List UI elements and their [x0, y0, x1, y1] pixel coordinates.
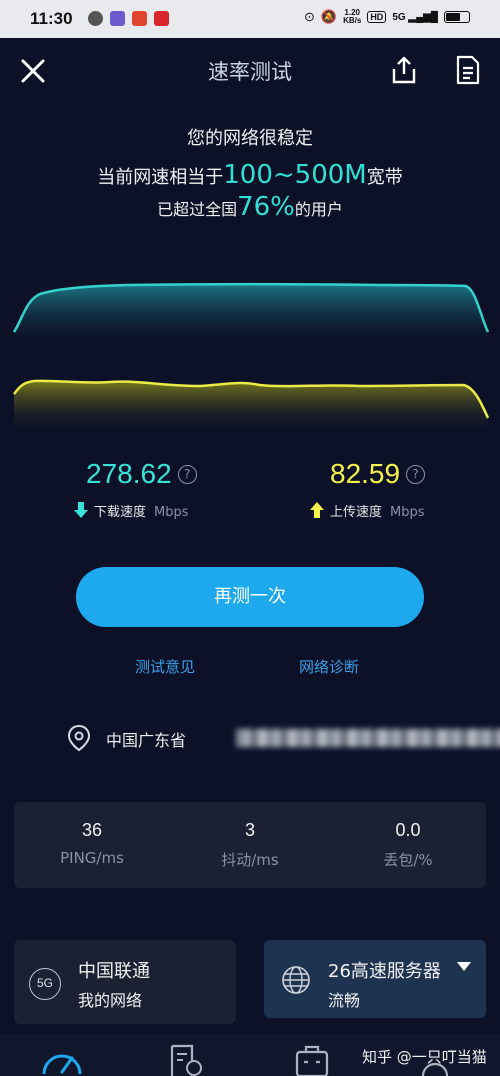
weibo-icon: [132, 11, 147, 26]
location-pin-icon: [67, 724, 91, 752]
watermark-text: 知乎 @一只叮当猫: [362, 1048, 487, 1066]
diagnose-link[interactable]: 网络诊断: [299, 656, 359, 677]
tab-history-icon[interactable]: [168, 1042, 204, 1076]
download-arrow-icon: [74, 502, 88, 518]
bottom-tab-bar: 知乎 @一只叮当猫: [0, 1034, 500, 1076]
status-bar: 11:30 ⊙ 🔕 1.20 KB/s HD 5G ▂▄▆█: [0, 0, 500, 38]
server-card[interactable]: 26高速服务器 流畅: [264, 940, 486, 1018]
hd-badge: HD: [367, 11, 387, 23]
mute-icon: 🔕: [320, 9, 338, 24]
stats-panel: 36 PING/ms 3 抖动/ms 0.0 丢包/%: [14, 802, 486, 888]
signal-icon: 5G ▂▄▆█: [392, 11, 438, 23]
report-icon[interactable]: [455, 55, 481, 85]
ranking-text: 已超过全国76%的用户: [157, 192, 343, 222]
ping-stat: 36 PING/ms: [60, 820, 124, 867]
upload-label: 上传速度 Mbps: [310, 501, 425, 520]
redacted-address: [236, 729, 500, 747]
location-row: 中国广东省: [66, 724, 500, 752]
network-card[interactable]: 5G 中国联通 我的网络: [14, 940, 236, 1024]
result-summary: 您的网络很稳定 当前网速相当于100~500M宽带 已超过全国76%的用户: [0, 124, 500, 222]
news-app-icon: [154, 11, 169, 26]
upload-area: [14, 380, 488, 435]
5g-icon: 5G: [29, 968, 61, 1000]
chevron-down-icon[interactable]: [457, 962, 471, 971]
ranking-percent: 76%: [237, 192, 295, 222]
download-help-icon[interactable]: ?: [177, 465, 197, 484]
server-name: 26高速服务器: [328, 961, 441, 982]
feedback-link[interactable]: 测试意见: [135, 656, 195, 677]
header: 速率测试: [0, 38, 500, 104]
wechat-icon: [88, 11, 103, 26]
network-speed: 1.20 KB/s: [343, 8, 362, 25]
page-title: 速率测试: [208, 60, 292, 84]
share-icon[interactable]: [390, 55, 418, 85]
globe-icon: [282, 966, 310, 994]
network-subtitle: 我的网络: [78, 991, 143, 1010]
status-time: 11:30: [30, 9, 73, 28]
tab-toolbox-icon[interactable]: [294, 1042, 330, 1076]
download-unit: Mbps: [154, 505, 189, 520]
bandwidth-range: 100~500M: [223, 160, 367, 190]
download-area: [14, 284, 488, 350]
download-speed-value: 278.62: [86, 458, 172, 489]
retest-button[interactable]: 再测一次: [76, 567, 424, 627]
app-notification-icon: [110, 11, 125, 26]
carrier-name: 中国联通: [78, 961, 150, 982]
location-text: 中国广东省: [106, 731, 187, 750]
location-status-icon: ⊙: [303, 9, 315, 24]
jitter-stat: 3 抖动/ms: [221, 820, 279, 869]
upload-arrow-icon: [310, 502, 324, 518]
download-label: 下载速度 Mbps: [74, 501, 189, 520]
download-result: 278.62?: [86, 458, 197, 490]
upload-help-icon[interactable]: ?: [406, 465, 426, 484]
speed-graph: [12, 283, 490, 435]
packet-loss-stat: 0.0 丢包/%: [383, 820, 433, 869]
stability-text: 您的网络很稳定: [187, 128, 313, 149]
tab-speedtest-icon[interactable]: [40, 1042, 84, 1076]
upload-speed-value: 82.59: [330, 458, 401, 489]
battery-icon: [444, 11, 470, 23]
server-status: 流畅: [328, 991, 361, 1010]
bandwidth-text: 当前网速相当于100~500M宽带: [97, 160, 403, 190]
upload-unit: Mbps: [390, 505, 425, 520]
notification-icons: [88, 11, 169, 26]
upload-result: 82.59?: [330, 458, 426, 490]
